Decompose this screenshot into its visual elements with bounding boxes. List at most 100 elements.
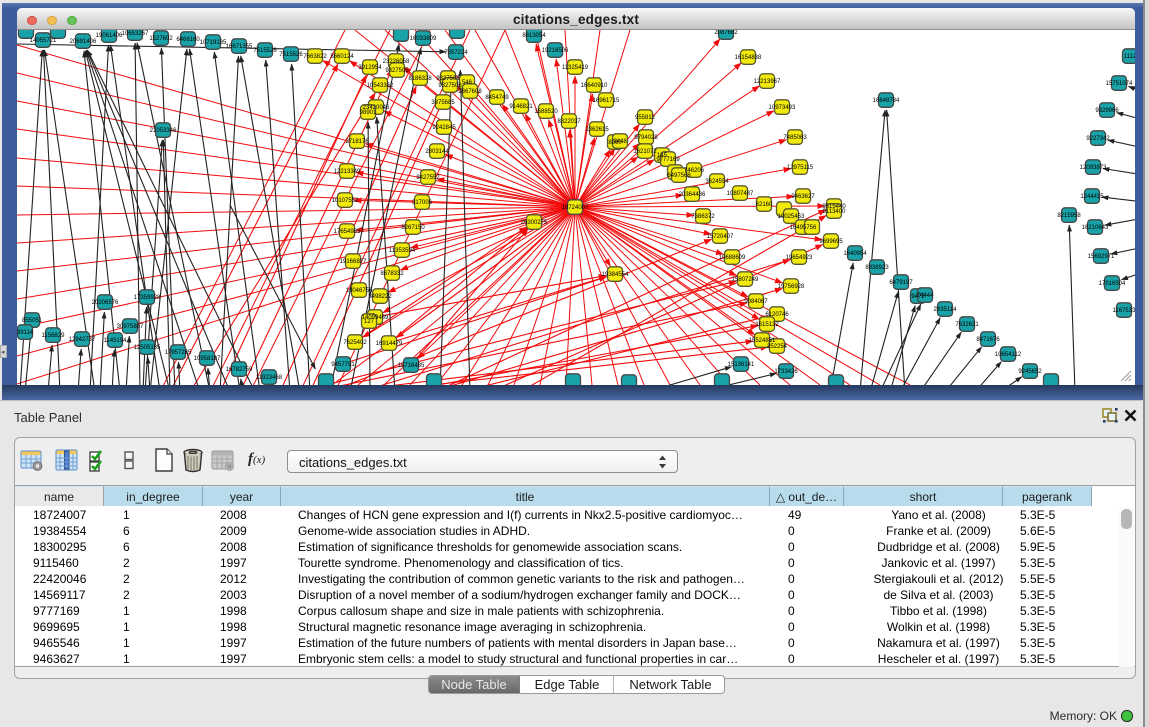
svg-text:1621072: 1621072 — [633, 149, 657, 155]
svg-text:6497568: 6497568 — [667, 173, 691, 179]
svg-text:7515526: 7515526 — [279, 52, 303, 58]
svg-text:3875685: 3875685 — [431, 100, 455, 106]
svg-text:8215958: 8215958 — [1057, 213, 1081, 219]
svg-text:11353594: 11353594 — [389, 248, 416, 254]
svg-text:10719185: 10719185 — [200, 40, 227, 46]
svg-text:16961715: 16961715 — [593, 98, 620, 104]
svg-text:7625402: 7625402 — [343, 340, 367, 346]
svg-text:16648784: 16648784 — [873, 98, 900, 104]
svg-text:15716485: 15716485 — [398, 363, 425, 369]
svg-text:39114: 39114 — [17, 330, 34, 336]
svg-text:8813054: 8813054 — [522, 33, 546, 39]
svg-text:10958107: 10958107 — [194, 356, 221, 362]
svg-text:1640954: 1640954 — [843, 251, 867, 257]
svg-text:9327505: 9327505 — [385, 68, 409, 74]
svg-text:1733426: 1733426 — [774, 369, 798, 375]
svg-text:8938923: 8938923 — [865, 265, 889, 271]
svg-text:23226058: 23226058 — [383, 59, 410, 65]
svg-text:9146821: 9146821 — [509, 104, 533, 110]
svg-text:10654112: 10654112 — [995, 352, 1022, 358]
svg-text:855051: 855051 — [22, 318, 43, 324]
svg-text:6479197: 6479197 — [889, 280, 913, 286]
svg-text:10025453: 10025453 — [778, 214, 805, 220]
svg-text:1145194: 1145194 — [104, 338, 128, 344]
svg-text:9227342: 9227342 — [1086, 136, 1110, 142]
svg-text:19218506: 19218506 — [542, 48, 569, 54]
svg-text:2803144: 2803144 — [425, 149, 449, 155]
svg-text:19384554: 19384554 — [602, 272, 629, 278]
svg-text:21053346: 21053346 — [150, 128, 177, 134]
svg-text:9329966: 9329966 — [1095, 108, 1119, 114]
svg-text:7485063: 7485063 — [783, 135, 807, 141]
svg-text:9457791: 9457791 — [331, 362, 355, 368]
svg-text:18724007: 18724007 — [562, 205, 589, 211]
svg-text:15692971: 15692971 — [1088, 254, 1115, 260]
svg-text:8267150: 8267150 — [401, 225, 425, 231]
svg-text:19061406: 19061406 — [96, 33, 123, 39]
svg-text:15807249: 15807249 — [732, 277, 759, 283]
svg-text:1156829: 1156829 — [42, 333, 66, 339]
svg-text:1615132: 1615132 — [755, 322, 779, 328]
svg-text:7632621: 7632621 — [955, 322, 979, 328]
svg-text:10653267: 10653267 — [122, 31, 149, 37]
svg-text:3624554: 3624554 — [705, 179, 729, 185]
svg-text:12505185: 12505185 — [134, 345, 161, 351]
svg-text:10807487: 10807487 — [727, 191, 754, 197]
svg-text:12093873: 12093873 — [1080, 165, 1107, 171]
svg-text:1588520: 1588520 — [534, 109, 558, 115]
svg-text:16671355: 16671355 — [226, 44, 253, 50]
svg-text:7663822: 7663822 — [303, 54, 327, 60]
svg-text:16495756: 16495756 — [790, 225, 817, 231]
svg-text:8660124: 8660124 — [330, 54, 354, 60]
svg-text:12975115: 12975115 — [787, 165, 814, 171]
svg-text:2867608: 2867608 — [458, 89, 482, 95]
svg-text:14055721: 14055721 — [30, 38, 57, 44]
svg-text:9699695: 9699695 — [819, 239, 843, 245]
svg-text:20364436: 20364436 — [679, 192, 706, 198]
svg-text:15136141: 15136141 — [728, 362, 755, 368]
svg-text:26300275: 26300275 — [521, 220, 548, 226]
svg-text:1167533: 1167533 — [1113, 308, 1135, 314]
svg-text:8427552: 8427552 — [416, 175, 440, 181]
svg-text:16033809: 16033809 — [410, 36, 437, 42]
svg-text:15751074: 15751074 — [1106, 81, 1133, 87]
svg-text:19756928: 19756928 — [778, 284, 805, 290]
svg-text:7386372: 7386372 — [691, 214, 715, 220]
svg-text:127: 127 — [364, 319, 375, 325]
svg-text:17957265: 17957265 — [165, 350, 192, 356]
svg-text:16210643: 16210643 — [1082, 225, 1109, 231]
svg-text:11923468: 11923468 — [256, 375, 283, 381]
svg-text:8322037: 8322037 — [557, 119, 581, 125]
svg-text:6120746: 6120746 — [765, 312, 789, 318]
svg-text:19654923: 19654923 — [786, 255, 813, 261]
svg-text:1527602: 1527602 — [149, 36, 173, 42]
svg-text:19166827: 19166827 — [340, 259, 367, 265]
svg-text:2718176: 2718176 — [345, 139, 369, 145]
svg-text:17359928: 17359928 — [134, 295, 161, 301]
svg-text:8678332: 8678332 — [380, 271, 404, 277]
svg-text:6466160: 6466160 — [176, 37, 200, 43]
svg-text:20691406: 20691406 — [70, 39, 97, 45]
svg-text:16914479: 16914479 — [376, 341, 403, 347]
svg-text:2935114: 2935114 — [934, 307, 958, 313]
svg-text:12213967: 12213967 — [754, 79, 781, 85]
svg-text:10973493: 10973493 — [769, 105, 796, 111]
svg-text:17016504: 17016504 — [1099, 281, 1126, 287]
svg-text:15720407: 15720407 — [707, 234, 734, 240]
svg-text:8186328: 8186328 — [408, 76, 432, 82]
svg-text:8454749: 8454749 — [485, 95, 509, 101]
svg-text:16640910: 16640910 — [581, 83, 608, 89]
svg-text:1112: 1112 — [1124, 54, 1135, 60]
svg-text:16154838: 16154838 — [735, 55, 762, 61]
svg-text:9113400: 9113400 — [823, 209, 847, 215]
svg-text:9084067: 9084067 — [744, 299, 768, 305]
svg-text:10107552: 10107552 — [332, 198, 359, 204]
svg-text:317006: 317006 — [412, 200, 433, 206]
svg-text:252254: 252254 — [767, 344, 788, 350]
svg-text:98901: 98901 — [360, 110, 377, 116]
svg-text:9448: 9448 — [613, 139, 627, 145]
svg-text:9327506: 9327506 — [436, 76, 460, 82]
svg-text:955812: 955812 — [635, 115, 656, 121]
svg-text:12942737: 12942737 — [69, 337, 96, 343]
svg-text:546: 546 — [462, 80, 473, 86]
